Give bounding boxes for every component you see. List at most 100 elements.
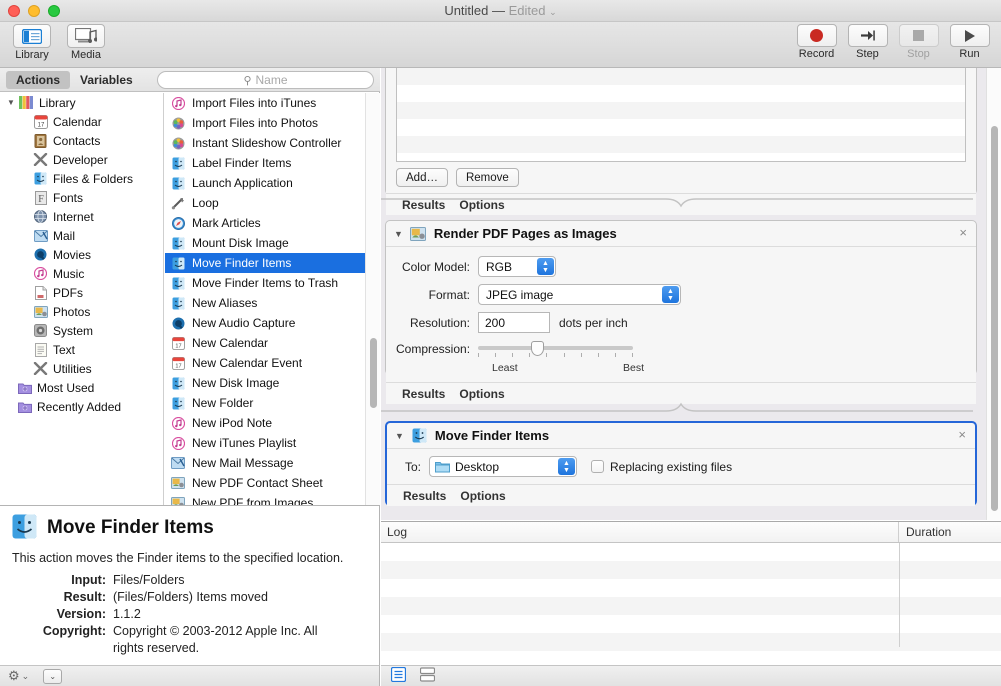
sidebar-item-utilities[interactable]: Utilities: [0, 359, 163, 378]
actions-list-scrollbar[interactable]: [365, 93, 380, 505]
replacing-existing-files-checkbox[interactable]: [591, 460, 604, 473]
list-item[interactable]: Import Files into Photos: [165, 113, 365, 133]
sidebar-item-fonts[interactable]: F Fonts: [0, 188, 163, 207]
list-item[interactable]: Mount Disk Image: [165, 233, 365, 253]
list-item[interactable]: New Folder: [165, 393, 365, 413]
duration-column-header[interactable]: Duration: [899, 522, 1001, 542]
remove-button[interactable]: Remove: [455, 168, 519, 187]
sidebar-item-system[interactable]: System: [0, 321, 163, 340]
list-item[interactable]: Label Finder Items: [165, 153, 365, 173]
workflow-action-render-pdf-pages-as-images[interactable]: ▼ Render PDF Pages as Images × Color Mod…: [385, 220, 977, 404]
results-tab[interactable]: Results: [402, 387, 445, 401]
toolbar-library-button[interactable]: Library: [8, 24, 56, 61]
list-item[interactable]: New iTunes Playlist: [165, 433, 365, 453]
list-item[interactable]: 17 New Calendar Event: [165, 353, 365, 373]
scrollbar-thumb[interactable]: [370, 338, 377, 408]
resolution-input[interactable]: 200: [478, 312, 550, 333]
sidebar-item-most-used[interactable]: Most Used: [0, 378, 163, 397]
run-button[interactable]: Run: [946, 24, 993, 60]
finder-icon: [169, 235, 187, 251]
list-item[interactable]: Loop: [165, 193, 365, 213]
list-item[interactable]: Move Finder Items to Trash: [165, 273, 365, 293]
sidebar-item-pdfs[interactable]: PDFs: [0, 283, 163, 302]
log-column-header[interactable]: Log: [381, 522, 899, 542]
list-item[interactable]: 17 New Calendar: [165, 333, 365, 353]
list-item[interactable]: Instant Slideshow Controller: [165, 133, 365, 153]
sidebar-item-developer[interactable]: Developer: [0, 150, 163, 169]
scrollbar-thumb[interactable]: [991, 126, 998, 511]
list-item[interactable]: New Mail Message: [165, 453, 365, 473]
view-options-popup-button[interactable]: ⌄: [43, 668, 63, 684]
replacing-existing-files-row[interactable]: Replacing existing files: [591, 460, 732, 474]
close-icon[interactable]: ×: [958, 428, 966, 442]
record-button[interactable]: Record: [793, 24, 840, 60]
title-chevron-down-icon[interactable]: ⌄: [549, 7, 557, 17]
color-model-popup[interactable]: RGB ▲ ▼: [478, 256, 556, 277]
log-column-divider: [899, 543, 900, 647]
sidebar-item-internet[interactable]: Internet: [0, 207, 163, 226]
info-value: 1.1.2: [113, 607, 141, 621]
sidebar-item-mail[interactable]: Mail: [0, 226, 163, 245]
sidebar-item-files-and-folders[interactable]: Files & Folders: [0, 169, 163, 188]
log-view-icon[interactable]: [390, 666, 407, 685]
results-tab[interactable]: Results: [403, 489, 446, 503]
list-item[interactable]: New iPod Note: [165, 413, 365, 433]
log-row: [381, 615, 1001, 633]
action-title: Move Finder Items: [434, 428, 550, 443]
workflow-action-move-finder-items[interactable]: ▼ Move Finder Items × To: Desktop ▲ ▼ Re…: [385, 421, 977, 506]
add-button[interactable]: Add…: [396, 168, 448, 187]
options-tab[interactable]: Options: [460, 489, 505, 503]
list-item[interactable]: Mark Articles: [165, 213, 365, 233]
disclosure-triangle-icon[interactable]: ▼: [394, 229, 403, 239]
actions-list[interactable]: Import Files into iTunes Import Files in…: [165, 93, 365, 505]
log-body[interactable]: [381, 543, 1001, 666]
sidebar-item-recently-added[interactable]: Recently Added: [0, 397, 163, 416]
tab-actions[interactable]: Actions: [6, 70, 71, 89]
log-header-row: Log Duration: [381, 522, 1001, 543]
sidebar-item-label: Most Used: [37, 380, 95, 395]
slider-end-labels: Least Best: [478, 362, 678, 376]
stepper-icon[interactable]: ▲ ▼: [558, 458, 575, 475]
gear-menu-button[interactable]: ⚙ ⌄: [8, 668, 29, 684]
tab-variables[interactable]: Variables: [70, 71, 143, 89]
list-item[interactable]: New PDF Contact Sheet: [165, 473, 365, 493]
toolbar-media-button[interactable]: Media: [62, 24, 110, 61]
sidebar-item-contacts[interactable]: Contacts: [0, 131, 163, 150]
stop-button[interactable]: Stop: [895, 24, 942, 60]
list-item[interactable]: Launch Application: [165, 173, 365, 193]
format-popup[interactable]: JPEG image ▲ ▼: [478, 284, 681, 305]
list-item[interactable]: New Disk Image: [165, 373, 365, 393]
search-input[interactable]: ⚲ Name: [157, 71, 374, 89]
compression-slider[interactable]: [478, 340, 633, 358]
sidebar-item-text[interactable]: Text: [0, 340, 163, 359]
developer-icon: [32, 152, 49, 167]
sidebar-item-movies[interactable]: Movies: [0, 245, 163, 264]
workflow-action-partial[interactable]: Add… Remove Results Options: [385, 68, 977, 215]
step-button[interactable]: Step: [844, 24, 891, 60]
library-tree[interactable]: ▼ Library 17 Calendar Contacts Developer…: [0, 93, 164, 505]
sidebar-item-photos[interactable]: Photos: [0, 302, 163, 321]
sidebar-item-library[interactable]: ▼ Library: [0, 93, 163, 112]
destination-popup[interactable]: Desktop ▲ ▼: [429, 456, 577, 477]
sidebar-item-music[interactable]: Music: [0, 264, 163, 283]
list-item[interactable]: New Aliases: [165, 293, 365, 313]
list-item[interactable]: New Audio Capture: [165, 313, 365, 333]
list-item[interactable]: Import Files into iTunes: [165, 93, 365, 113]
slider-least-label: Least: [492, 362, 518, 374]
sidebar-item-calendar[interactable]: 17 Calendar: [0, 112, 163, 131]
workflow-scrollbar[interactable]: [986, 68, 1001, 520]
disclosure-triangle-icon[interactable]: ▼: [4, 98, 18, 107]
action-header[interactable]: ▼ Move Finder Items ×: [387, 423, 975, 449]
stepper-icon[interactable]: ▲ ▼: [537, 258, 554, 275]
action-header[interactable]: ▼ Render PDF Pages as Images ×: [386, 221, 976, 247]
stepper-icon[interactable]: ▲ ▼: [662, 286, 679, 303]
disclosure-triangle-icon[interactable]: ▼: [395, 431, 404, 441]
list-item-move-finder-items[interactable]: Move Finder Items: [165, 253, 365, 273]
split-view-icon[interactable]: [419, 667, 436, 685]
finder-icon: [411, 428, 428, 444]
close-icon[interactable]: ×: [959, 226, 967, 240]
items-listbox[interactable]: [396, 68, 966, 162]
options-tab[interactable]: Options: [459, 387, 504, 401]
photos-app-icon: [169, 135, 187, 151]
list-item[interactable]: New PDF from Images: [165, 493, 365, 505]
